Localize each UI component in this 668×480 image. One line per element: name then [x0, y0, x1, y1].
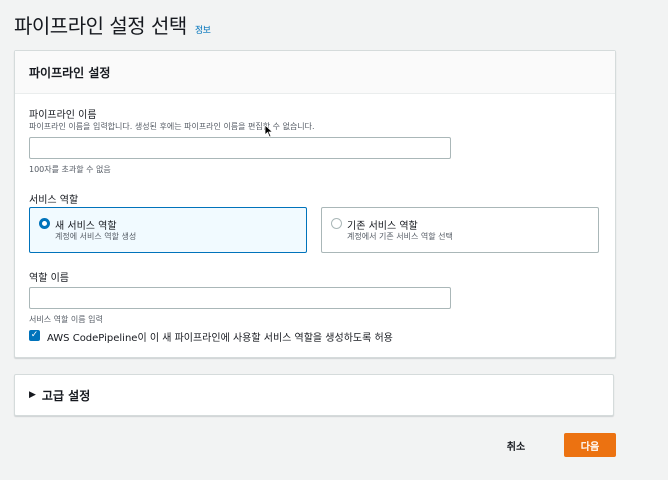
existing-service-role-radio[interactable]	[331, 218, 342, 229]
mouse-cursor-icon	[264, 124, 274, 138]
page-title: 파이프라인 설정 선택 정보	[14, 10, 211, 39]
info-link[interactable]: 정보	[195, 23, 211, 36]
existing-service-role-tile[interactable]: 기존 서비스 역할 계정에서 기존 서비스 역할 선택	[321, 207, 599, 253]
allow-role-checkbox[interactable]: ✓	[29, 330, 40, 341]
service-role-label: 서비스 역할	[29, 195, 79, 206]
role-name-input[interactable]	[29, 287, 451, 309]
new-service-role-description: 계정에 서비스 역할 생성	[55, 232, 137, 241]
new-service-role-radio[interactable]	[39, 218, 50, 229]
next-button[interactable]: 다음	[564, 433, 616, 457]
role-name-hint: 서비스 역할 이름 입력	[29, 315, 103, 324]
pipeline-name-input[interactable]	[29, 137, 451, 159]
existing-service-role-description: 계정에서 기존 서비스 역할 선택	[347, 232, 453, 241]
pipeline-name-constraint: 100자를 초과할 수 없음	[29, 165, 111, 174]
page-title-text: 파이프라인 설정 선택	[14, 14, 187, 38]
existing-service-role-label: 기존 서비스 역할	[347, 221, 418, 232]
pipeline-settings-header: 파이프라인 설정	[15, 51, 615, 94]
new-service-role-label: 새 서비스 역할	[55, 221, 117, 232]
pipeline-name-label: 파이프라인 이름	[29, 110, 97, 121]
advanced-settings-title: 고급 설정	[41, 388, 91, 403]
cancel-button[interactable]: 취소	[492, 434, 540, 456]
pipeline-settings-panel: 파이프라인 설정 파이프라인 이름 파이프라인 이름을 입력합니다. 생성된 후…	[14, 50, 616, 358]
allow-role-checkbox-label: AWS CodePipeline이 이 새 파이프라인에 사용할 서비스 역할을…	[47, 333, 393, 344]
role-name-label: 역할 이름	[29, 273, 69, 284]
advanced-settings-panel[interactable]: ▶ 고급 설정	[14, 374, 614, 416]
new-service-role-tile[interactable]: 새 서비스 역할 계정에 서비스 역할 생성	[29, 207, 307, 253]
caret-right-icon: ▶	[29, 390, 36, 400]
